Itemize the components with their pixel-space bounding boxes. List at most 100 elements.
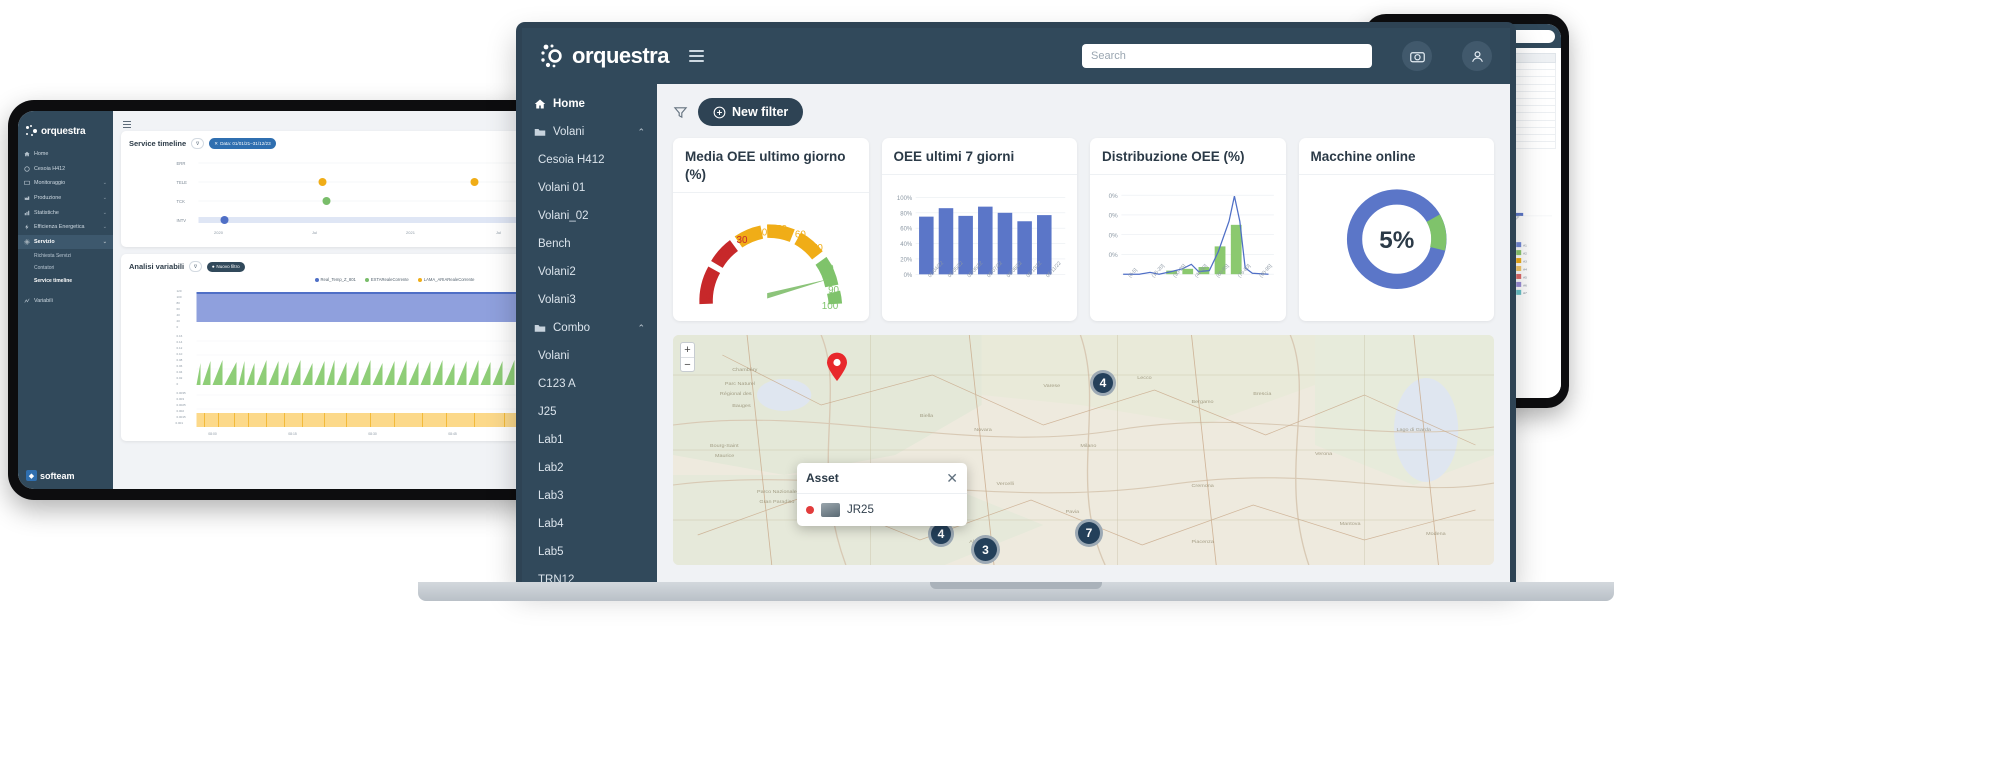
map-zoom-controls[interactable]: + − [680, 342, 695, 372]
tablet-nav-produzione[interactable]: Produzione ⌄ [18, 191, 113, 206]
map-pin-icon[interactable] [826, 352, 848, 382]
sidebar-item-lab4[interactable]: Lab4 [522, 510, 657, 538]
laptop-logo[interactable]: orquestra [540, 43, 669, 69]
tablet-nav-monitoraggio[interactable]: Monitoraggio ⌄ [18, 176, 113, 191]
tablet-nav-label: Produzione [34, 195, 62, 202]
funnel-icon[interactable] [673, 105, 688, 120]
sidebar-item-bench[interactable]: Bench [522, 230, 657, 258]
svg-text:0.0035: 0.0035 [177, 391, 187, 395]
tablet-logo-text: orquestra [41, 125, 86, 137]
tablet-nav-label: Statistiche [34, 209, 59, 216]
tablet-nav-efficienza[interactable]: Efficienza Energetica ⌄ [18, 220, 113, 235]
sidebar-item-lab2[interactable]: Lab2 [522, 454, 657, 482]
svg-text:10: 10 [707, 270, 718, 281]
sidebar-item-home[interactable]: Home [522, 90, 657, 118]
sidebar-item-j25[interactable]: J25 [522, 398, 657, 426]
svg-text:20: 20 [177, 319, 181, 323]
svg-text:Lecco: Lecco [1137, 375, 1152, 380]
map-cluster[interactable]: 3 [971, 535, 1000, 564]
svg-text:(0-5]: (0-5] [1127, 267, 1139, 279]
asset-popup: Asset ✕ JR25 [797, 463, 967, 526]
filter-chip[interactable]: ∇ [191, 138, 205, 149]
svg-text:Bergamo: Bergamo [1192, 399, 1214, 404]
kpi-card-macchine-online: Macchine online 5% [1298, 138, 1494, 321]
sidebar-item-volani2[interactable]: Volani2 [522, 258, 657, 286]
softeam-logo-text: softeam [40, 470, 75, 481]
camera-icon[interactable] [1402, 41, 1432, 71]
kpi-header: Distribuzione OEE (%) [1090, 138, 1286, 175]
tablet-nav-label: Cesoia H412 [34, 165, 66, 172]
svg-text:100%: 100% [896, 196, 912, 202]
svg-text:Novara: Novara [974, 427, 992, 432]
svg-text:0.08: 0.08 [177, 358, 183, 362]
close-icon[interactable]: ✕ [946, 471, 958, 485]
kpi-title: OEE ultimi 7 giorni [893, 149, 1015, 164]
hamburger-icon[interactable] [123, 120, 131, 128]
svg-text:TCK: TCK [177, 199, 186, 204]
sidebar-item-trn12[interactable]: TRN12 [522, 566, 657, 582]
svg-text:Parc Naturel: Parc Naturel [725, 381, 755, 386]
svg-text:Biella: Biella [920, 413, 934, 418]
asset-map[interactable]: Chambéry Parc Naturel Régional des Bauges … [673, 335, 1494, 565]
tablet-subnav-service-timeline[interactable]: Service timeline [18, 275, 113, 288]
tablet-nav-variabili[interactable]: Variabili [18, 294, 113, 309]
zoom-in-button[interactable]: + [681, 343, 694, 357]
tablet-nav-statistiche[interactable]: Statistiche ⌄ [18, 205, 113, 220]
laptop-topbar: orquestra Search [522, 28, 1510, 84]
laptop-logo-text: orquestra [572, 43, 669, 68]
sidebar-item-lab5[interactable]: Lab5 [522, 538, 657, 566]
new-filter-chip[interactable]: ⏺ Nuovo filtro [207, 261, 245, 272]
svg-text:0.002: 0.002 [177, 409, 185, 413]
production-icon [24, 196, 30, 200]
sidebar-item-volani-combo[interactable]: Volani [522, 342, 657, 370]
search-input[interactable]: Search [1082, 44, 1372, 68]
svg-text:0: 0 [705, 291, 711, 302]
map-cluster[interactable]: 4 [1090, 370, 1116, 396]
chevron-down-icon: ⌄ [102, 195, 107, 202]
svg-text:Brescia: Brescia [1253, 391, 1271, 396]
sidebar-label: Home [553, 98, 585, 110]
svg-text:Gran Paradiso: Gran Paradiso [759, 499, 794, 504]
close-icon[interactable]: ✕ [214, 141, 218, 147]
kpi-body: 100% 80% 60% 40% 20% 0% 05/04/22 05/05/2… [882, 175, 1078, 303]
tablet-nav-servizio[interactable]: Servizio ⌄ [18, 234, 113, 250]
map-cluster[interactable]: 7 [1075, 519, 1103, 547]
svg-text:0.04: 0.04 [177, 370, 183, 374]
filter-chip[interactable]: ∇ [189, 261, 203, 272]
distribuzione-oee-chart: 0%0% 0%0% (0-5] (15-20] (30-35] (45-50] … [1109, 193, 1274, 279]
sidebar-item-c123a[interactable]: C123 A [522, 370, 657, 398]
svg-text:0%: 0% [1109, 193, 1118, 200]
hamburger-icon[interactable] [688, 50, 704, 62]
svg-text:100: 100 [177, 295, 182, 299]
sidebar-item-volani-02[interactable]: Volani_02 [522, 202, 657, 230]
kpi-header: OEE ultimi 7 giorni [881, 138, 1077, 175]
sidebar-item-volani[interactable]: Volani ⌃ [522, 118, 657, 146]
sidebar-item-cesoia-h412[interactable]: Cesoia H412 [522, 146, 657, 174]
svg-text:0.001: 0.001 [176, 421, 184, 425]
plus-circle-icon: ⏺ [212, 264, 215, 269]
tablet-nav-cesoia[interactable]: Cesoia H412 [18, 162, 113, 177]
tablet-subnav-contatori[interactable]: Contatori [18, 262, 113, 275]
new-filter-button[interactable]: New filter [698, 98, 804, 126]
tablet-subnav-richiesta-servizi[interactable]: Richiesta Servizi [18, 249, 113, 262]
user-icon[interactable] [1462, 41, 1492, 71]
svg-text:08:15: 08:15 [288, 432, 297, 436]
svg-text:Piacenza: Piacenza [1192, 539, 1215, 544]
sidebar-item-volani-01[interactable]: Volani 01 [522, 174, 657, 202]
laptop-body: Home Volani ⌃ Cesoia H412 Volani 01 Vola… [522, 84, 1510, 582]
new-filter-label: New filter [732, 105, 789, 119]
zoom-out-button[interactable]: − [681, 357, 694, 371]
sidebar-item-volani3[interactable]: Volani3 [522, 286, 657, 314]
tablet-nav-home[interactable]: Home [18, 147, 113, 162]
svg-text:08:00: 08:00 [208, 432, 217, 436]
asset-popup-row[interactable]: JR25 [797, 494, 967, 526]
sidebar-item-lab3[interactable]: Lab3 [522, 482, 657, 510]
svg-text:Vercelli: Vercelli [996, 481, 1013, 486]
date-filter-chip[interactable]: ✕ Data: 01/01/21–31/12/23 [209, 138, 276, 149]
kpi-title: Media OEE ultimo giorno (%) [685, 149, 846, 182]
svg-text:0: 0 [177, 325, 179, 329]
sidebar-item-lab1[interactable]: Lab1 [522, 426, 657, 454]
svg-text:A4: A4 [1523, 268, 1527, 272]
sidebar-item-combo[interactable]: Combo ⌃ [522, 314, 657, 342]
svg-text:Milano: Milano [1080, 443, 1096, 448]
